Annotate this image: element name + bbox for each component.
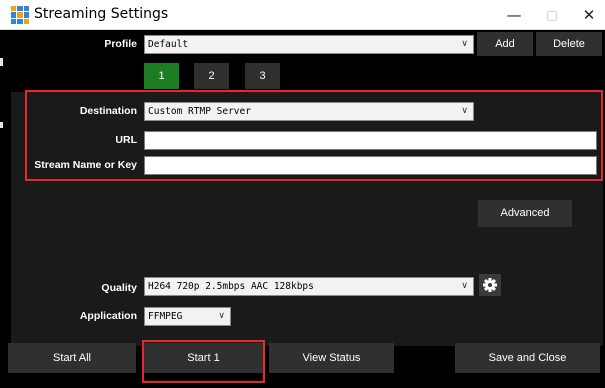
advanced-button[interactable]: Advanced [478, 200, 572, 227]
add-profile-button[interactable]: Add [477, 32, 533, 56]
minimize-button[interactable]: — [495, 0, 533, 30]
delete-profile-button[interactable]: Delete [536, 32, 602, 56]
maximize-button[interactable]: □ [533, 0, 571, 30]
tab-stream-2[interactable]: 2 [194, 63, 229, 89]
window-title: Streaming Settings [34, 6, 169, 22]
chevron-down-icon: ∨ [461, 281, 468, 291]
view-status-button[interactable]: View Status [269, 343, 394, 373]
save-and-close-button[interactable]: Save and Close [455, 343, 600, 373]
settings-body: Profile Default ∨ Add Delete 1 2 3 Desti… [3, 30, 604, 388]
grid-app-icon [11, 6, 29, 24]
streaming-settings-window: Streaming Settings — □ ✕ Profile Default… [0, 0, 605, 388]
title-bar: Streaming Settings — □ ✕ [0, 0, 605, 30]
profile-value: Default [148, 39, 189, 50]
highlight-frame [142, 340, 265, 383]
quality-label: Quality [101, 282, 137, 294]
chevron-down-icon: ∨ [461, 39, 468, 49]
application-label: Application [79, 310, 137, 322]
tab-stream-3[interactable]: 3 [245, 63, 280, 89]
quality-value: H264 720p 2.5mbps AAC 128kbps [148, 281, 314, 292]
quality-select[interactable]: H264 720p 2.5mbps AAC 128kbps ∨ [144, 277, 474, 296]
close-button[interactable]: ✕ [570, 0, 605, 30]
chevron-down-icon: ∨ [218, 311, 225, 321]
tab-stream-1[interactable]: 1 [144, 63, 179, 89]
application-select[interactable]: FFMPEG ∨ [144, 307, 231, 326]
application-value: FFMPEG [148, 311, 183, 322]
quality-settings-button[interactable] [479, 274, 501, 296]
gear-icon [483, 278, 497, 292]
highlight-frame [25, 90, 603, 181]
profile-select[interactable]: Default ∨ [144, 35, 474, 54]
profile-label: Profile [104, 38, 137, 50]
start-all-button[interactable]: Start All [8, 343, 136, 373]
